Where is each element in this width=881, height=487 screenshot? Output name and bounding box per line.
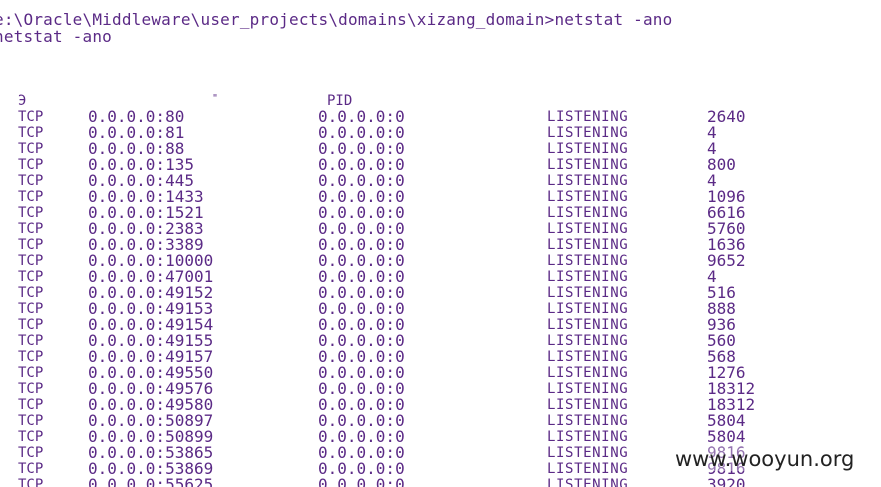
row-state: LISTENING	[547, 141, 629, 157]
row-proto: TCP	[18, 333, 44, 349]
row-state: LISTENING	[547, 429, 629, 445]
row-state: LISTENING	[547, 173, 629, 189]
row-proto: TCP	[18, 205, 44, 221]
table-row: TCP 0.0.0.0:55625 0.0.0.0:0 LISTENING 3920	[0, 477, 881, 487]
row-state: LISTENING	[547, 397, 629, 413]
row-proto: TCP	[18, 221, 44, 237]
row-state: LISTENING	[547, 285, 629, 301]
row-proto: TCP	[18, 381, 44, 397]
row-proto: TCP	[18, 461, 44, 477]
row-proto: TCP	[18, 301, 44, 317]
row-proto: TCP	[18, 141, 44, 157]
row-state: LISTENING	[547, 317, 629, 333]
row-state: LISTENING	[547, 125, 629, 141]
row-state: LISTENING	[547, 365, 629, 381]
row-state: LISTENING	[547, 269, 629, 285]
row-proto: TCP	[18, 253, 44, 269]
row-state: LISTENING	[547, 413, 629, 429]
row-proto: TCP	[18, 189, 44, 205]
row-state: LISTENING	[547, 237, 629, 253]
row-proto: TCP	[18, 429, 44, 445]
header-proto: Э	[18, 93, 27, 109]
row-pid: 3920	[707, 475, 746, 487]
row-proto: TCP	[18, 125, 44, 141]
row-state: LISTENING	[547, 349, 629, 365]
row-state: LISTENING	[547, 461, 629, 477]
row-proto: TCP	[18, 397, 44, 413]
command-prompt-line: e:\Oracle\Middleware\user_projects\domai…	[0, 10, 673, 29]
row-state: LISTENING	[547, 221, 629, 237]
row-state: LISTENING	[547, 301, 629, 317]
row-state: LISTENING	[547, 253, 629, 269]
row-state: LISTENING	[547, 189, 629, 205]
row-state: LISTENING	[547, 205, 629, 221]
row-state: LISTENING	[547, 477, 629, 487]
row-state: LISTENING	[547, 109, 629, 125]
watermark-text: www.wooyun.org	[675, 447, 855, 471]
header-mark: "	[212, 93, 219, 104]
row-proto: TCP	[18, 365, 44, 381]
row-state: LISTENING	[547, 381, 629, 397]
row-proto: TCP	[18, 157, 44, 173]
row-proto: TCP	[18, 349, 44, 365]
row-proto: TCP	[18, 173, 44, 189]
row-state: LISTENING	[547, 157, 629, 173]
row-proto: TCP	[18, 317, 44, 333]
command-echo-line: netstat -ano	[0, 27, 112, 46]
row-proto: TCP	[18, 237, 44, 253]
row-proto: TCP	[18, 285, 44, 301]
netstat-table: TCP 0.0.0.0:80 0.0.0.0:0 LISTENING 2640 TCP 0.…	[0, 109, 881, 487]
row-local-address: 0.0.0.0:55625	[88, 475, 214, 487]
row-proto: TCP	[18, 109, 44, 125]
row-state: LISTENING	[547, 445, 629, 461]
row-proto: TCP	[18, 445, 44, 461]
row-foreign-address: 0.0.0.0:0	[318, 475, 405, 487]
row-proto: TCP	[18, 477, 44, 487]
terminal-window[interactable]: e:\Oracle\Middleware\user_projects\domai…	[0, 0, 881, 487]
row-proto: TCP	[18, 269, 44, 285]
row-proto: TCP	[18, 413, 44, 429]
row-state: LISTENING	[547, 333, 629, 349]
